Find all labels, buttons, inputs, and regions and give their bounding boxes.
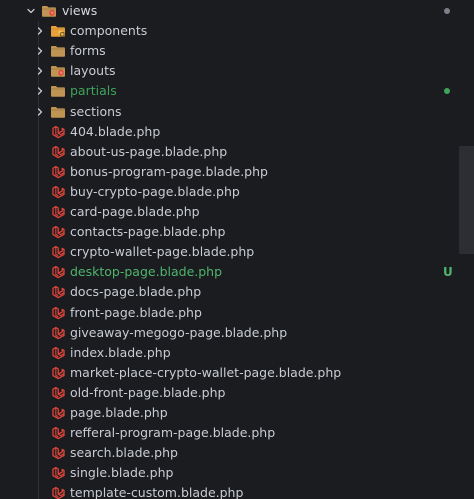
laravel-blade-file-icon	[50, 202, 66, 222]
file-row[interactable]: page.blade.php	[0, 403, 474, 423]
item-label: card-page.blade.php	[70, 204, 200, 219]
modified-dot	[444, 8, 450, 14]
folder-icon	[50, 41, 66, 61]
item-label: page.blade.php	[70, 405, 168, 420]
folder-icon	[50, 81, 66, 101]
laravel-blade-file-icon	[50, 242, 66, 262]
item-label: about-us-page.blade.php	[70, 143, 228, 159]
item-label: sections	[70, 103, 122, 119]
folder-components-icon	[50, 21, 66, 41]
folder-icon	[50, 102, 66, 122]
file-row[interactable]: giveaway-megogo-page.blade.php	[0, 323, 474, 343]
file-row[interactable]: card-page.blade.php	[0, 202, 474, 222]
item-label: layouts	[70, 63, 116, 79]
item-label: bonus-program-page.blade.php	[70, 163, 268, 179]
file-row[interactable]: template-custom.blade.php	[0, 483, 474, 499]
laravel-blade-file-icon	[50, 323, 66, 343]
file-row[interactable]: old-front-page.blade.php	[0, 383, 474, 403]
modified-dot	[444, 88, 450, 95]
laravel-blade-file-icon	[50, 122, 66, 142]
file-row[interactable]: crypto-wallet-page.blade.php	[0, 242, 474, 262]
file-row[interactable]: contacts-page.blade.php	[0, 222, 474, 242]
item-label: front-page.blade.php	[70, 304, 202, 320]
folder-row-forms[interactable]: forms	[0, 41, 474, 61]
item-label: 404.blade.php	[70, 123, 161, 139]
folder-row-components[interactable]: components	[0, 21, 474, 41]
item-label: old-front-page.blade.php	[70, 384, 226, 400]
chevron-right-icon[interactable]	[35, 21, 45, 41]
laravel-blade-file-icon	[50, 303, 66, 323]
item-label: views	[62, 3, 98, 18]
folder-row-views[interactable]: views	[0, 1, 474, 21]
chevron-right-icon[interactable]	[35, 61, 45, 81]
item-label: search.blade.php	[70, 445, 178, 461]
folder-row-partials[interactable]: partials	[0, 81, 474, 101]
file-row[interactable]: docs-page.blade.php	[0, 282, 474, 302]
laravel-blade-file-icon	[50, 182, 66, 202]
laravel-blade-file-icon	[50, 383, 66, 403]
laravel-blade-file-icon	[50, 423, 66, 443]
laravel-folder-icon	[50, 61, 66, 81]
git-untracked-badge: U	[443, 265, 453, 280]
item-label: template-custom.blade.php	[70, 485, 244, 499]
laravel-blade-file-icon	[50, 262, 66, 282]
chevron-down-icon[interactable]	[26, 1, 36, 21]
file-row[interactable]: front-page.blade.php	[0, 303, 474, 323]
file-row[interactable]: market-place-crypto-wallet-page.blade.ph…	[0, 363, 474, 383]
item-label: refferal-program-page.blade.php	[70, 425, 276, 441]
laravel-blade-file-icon	[50, 403, 66, 423]
item-label: forms	[70, 43, 106, 59]
laravel-blade-file-icon	[50, 443, 66, 463]
item-label: single.blade.php	[70, 465, 174, 481]
laravel-blade-file-icon	[50, 483, 66, 499]
file-row[interactable]: 404.blade.php	[0, 122, 474, 142]
file-row[interactable]: bonus-program-page.blade.php	[0, 162, 474, 182]
item-label: index.blade.php	[70, 344, 171, 360]
chevron-right-icon[interactable]	[35, 41, 45, 61]
laravel-blade-file-icon	[50, 162, 66, 182]
laravel-blade-file-icon	[50, 363, 66, 383]
laravel-blade-file-icon	[50, 222, 66, 242]
folder-row-sections[interactable]: sections	[0, 102, 474, 122]
item-label: partials	[70, 83, 117, 99]
item-label: giveaway-megogo-page.blade.php	[70, 324, 288, 340]
chevron-right-icon[interactable]	[35, 81, 45, 101]
laravel-folder-icon	[41, 1, 57, 21]
item-label: docs-page.blade.php	[70, 284, 202, 300]
file-row[interactable]: search.blade.php	[0, 443, 474, 463]
chevron-right-icon[interactable]	[35, 102, 45, 122]
file-row[interactable]: index.blade.php	[0, 343, 474, 363]
laravel-blade-file-icon	[50, 343, 66, 363]
item-label: desktop-page.blade.php	[70, 264, 223, 280]
folder-row-layouts[interactable]: layouts	[0, 61, 474, 81]
item-label: contacts-page.blade.php	[70, 224, 226, 240]
item-label: buy-crypto-page.blade.php	[70, 183, 240, 199]
laravel-blade-file-icon	[50, 142, 66, 162]
file-row[interactable]: refferal-program-page.blade.php	[0, 423, 474, 443]
item-label: market-place-crypto-wallet-page.blade.ph…	[70, 364, 342, 380]
item-label: components	[70, 23, 148, 39]
laravel-blade-file-icon	[50, 463, 66, 483]
file-explorer-tree: views components forms layouts partials secti…	[0, 0, 474, 499]
item-label: crypto-wallet-page.blade.php	[70, 244, 255, 260]
laravel-blade-file-icon	[50, 282, 66, 302]
file-row[interactable]: buy-crypto-page.blade.php	[0, 182, 474, 202]
file-row[interactable]: about-us-page.blade.php	[0, 142, 474, 162]
file-row[interactable]: desktop-page.blade.php U	[0, 262, 474, 282]
file-row[interactable]: single.blade.php	[0, 463, 474, 483]
